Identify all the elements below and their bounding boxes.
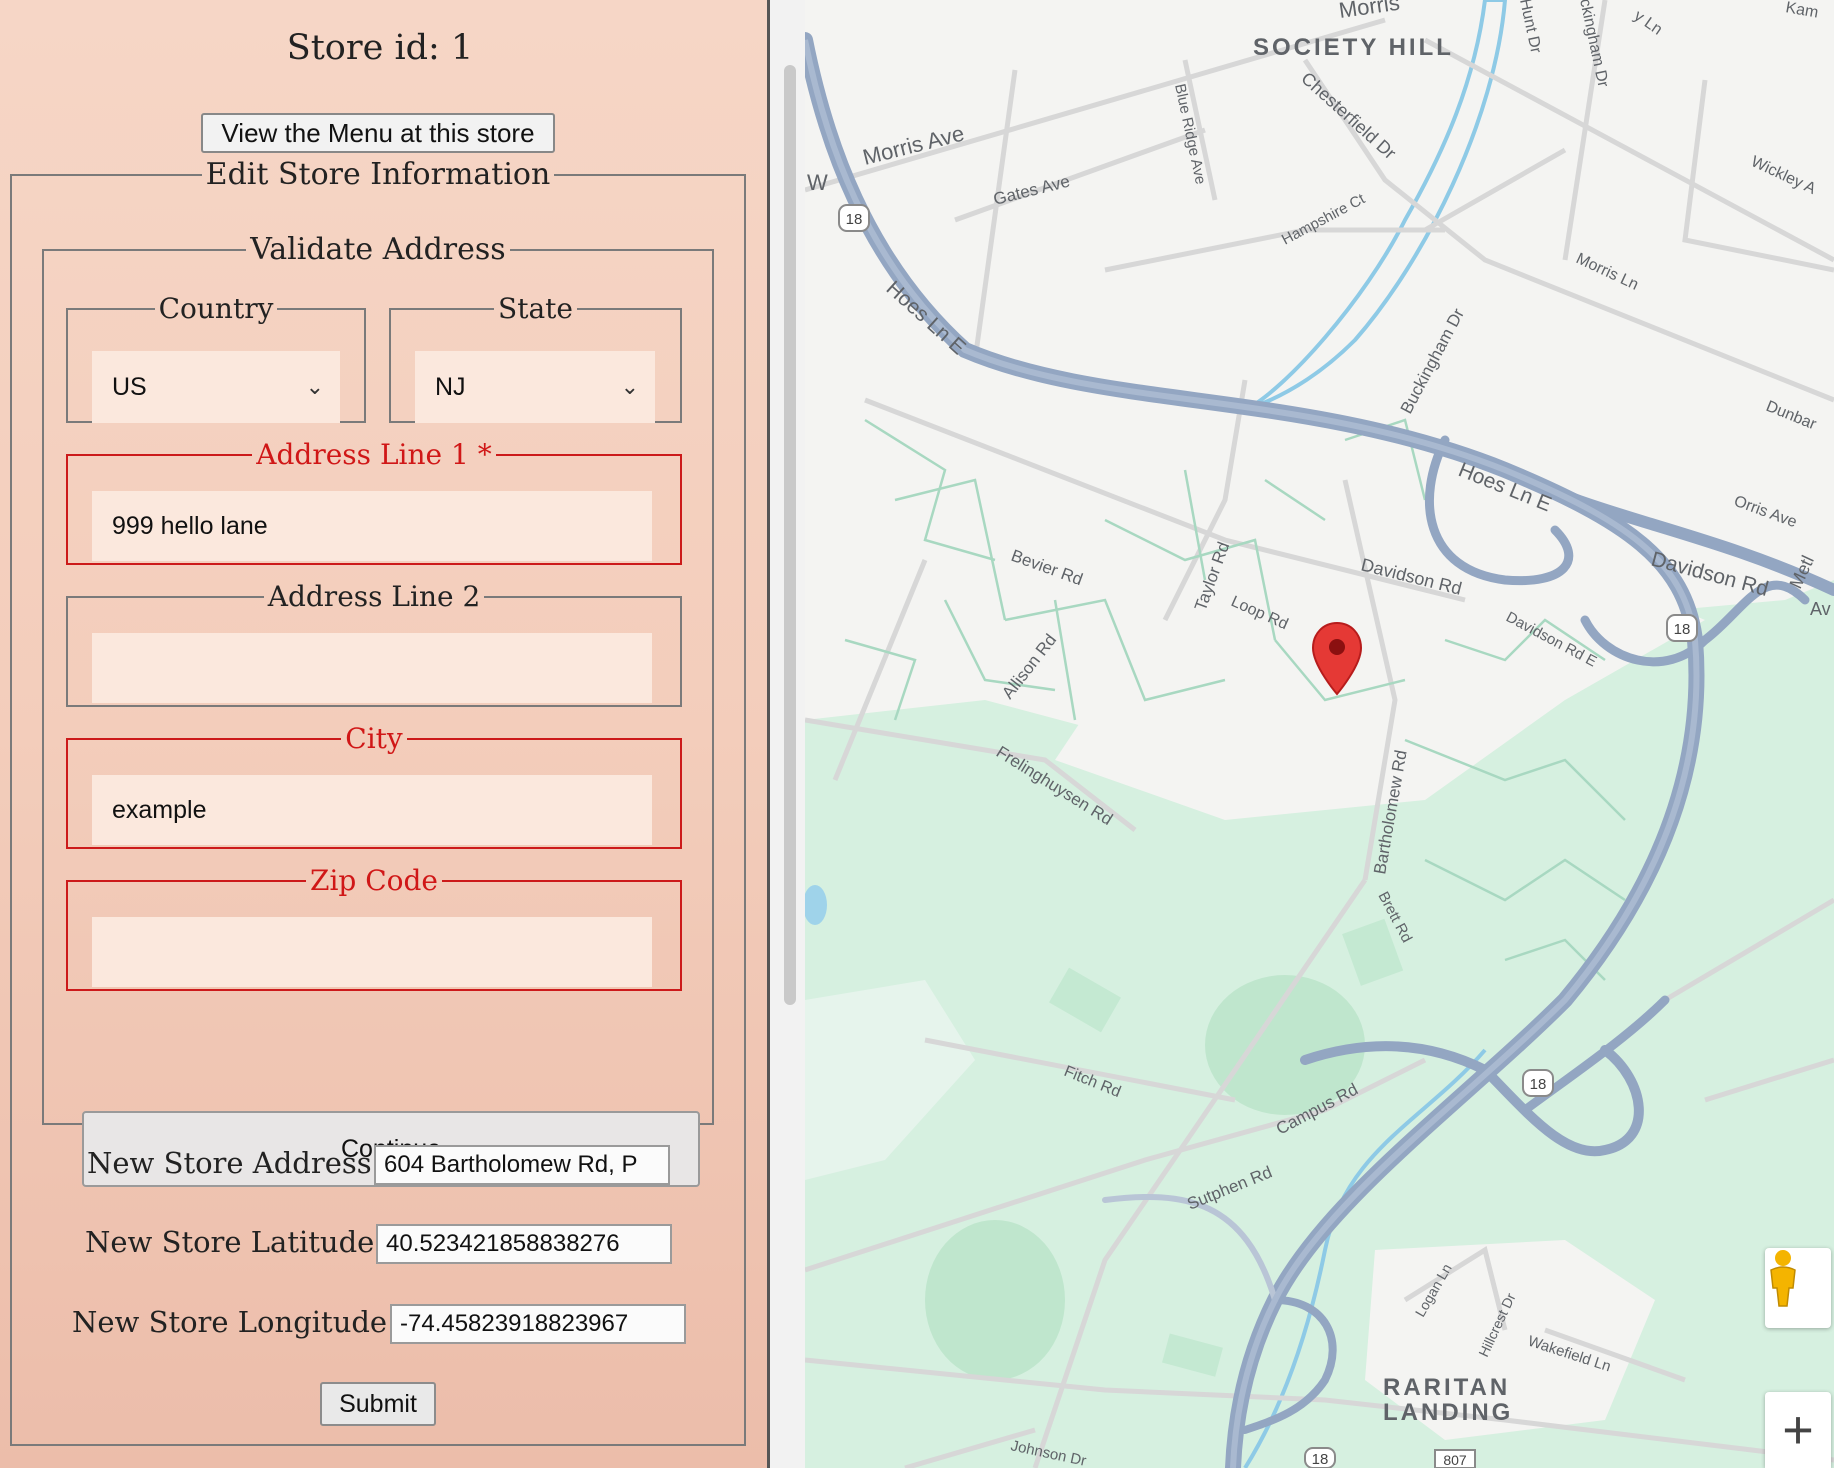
street-label: ckingham Dr [1576,0,1611,89]
submit-button[interactable]: Submit [320,1382,436,1426]
svg-text:18: 18 [1530,1076,1547,1093]
zip-legend: Zip Code [309,864,438,897]
area-label: LANDING [1383,1399,1513,1426]
zip-input[interactable] [92,917,652,987]
street-label: Morris [1337,0,1401,23]
chevron-down-icon: ⌄ [620,374,639,399]
street-view-pegman-icon[interactable] [1765,1248,1831,1328]
street-label: Allison Rd [998,630,1060,702]
address-line1-input[interactable]: 999 hello lane [92,491,652,561]
address-line2-legend: Address Line 2 [267,580,481,613]
route-shield-icon: 18 [1304,1447,1336,1468]
address-line2-fieldset: Address Line 2 [66,583,682,707]
street-label: Hunt Dr [1516,0,1544,55]
street-label: Buckingham Dr [1397,305,1468,417]
street-label: Hoes Ln E [882,277,970,360]
new-address-input[interactable]: 604 Bartholomew Rd, P [374,1145,670,1185]
address-line1-legend: Address Line 1 * [256,438,492,471]
country-legend: Country [158,292,274,325]
state-legend: State [498,292,573,325]
country-value: US [112,372,147,401]
new-longitude-input[interactable]: -74.45823918823967 [390,1304,686,1344]
track-area [925,1220,1065,1380]
address-line1-fieldset: Address Line 1 * 999 hello lane [66,441,682,565]
state-select[interactable]: NJ ⌄ [415,351,655,423]
zoom-in-icon[interactable]: + [1765,1392,1831,1468]
chevron-down-icon: ⌄ [305,374,324,399]
svg-text:807: 807 [1443,1452,1467,1468]
svg-text:18: 18 [1674,621,1691,638]
new-latitude-input[interactable]: 40.523421858838276 [376,1224,672,1264]
street-label: Morris Ln [1573,250,1641,294]
route-shield-icon: 18 [1666,614,1698,642]
state-fieldset: State NJ ⌄ [389,295,682,423]
city-value: example [112,795,207,824]
route-shield-icon: 807 [1434,1449,1476,1468]
validate-address-legend: Validate Address [250,232,506,267]
route-shield-icon: 18 [838,204,870,232]
street-label: Hampshire Ct [1279,190,1369,248]
view-menu-button[interactable]: View the Menu at this store [201,113,555,153]
street-label: Chesterfield Dr [1297,68,1400,163]
street-label: Dunbar [1764,398,1820,434]
scrollbar-thumb[interactable] [784,65,796,1005]
route-shield-icon: 18 [1522,1069,1554,1097]
address-line2-input[interactable] [92,633,652,703]
new-address-label: New Store Address: [87,1146,382,1180]
street-label: Gates Ave [991,172,1071,209]
street-label: Morris Ave [860,121,966,170]
street-label: Orris Ave [1732,493,1799,531]
svg-text:18: 18 [1312,1451,1329,1468]
edit-store-legend: Edit Store Information [205,157,551,192]
street-label: y Ln [1631,7,1666,38]
city-fieldset: City example [66,725,682,849]
new-latitude-label: New Store Latitude: [85,1225,385,1259]
new-longitude-label: New Store Longitude: [72,1305,397,1339]
state-value: NJ [435,372,466,401]
map-canvas: 18 18 18 18 807 SOCIETY HILL RARITAN LAN… [805,0,1834,1468]
street-label: W [807,170,828,195]
country-select[interactable]: US ⌄ [92,351,340,423]
country-fieldset: Country US ⌄ [66,295,366,423]
area-label: SOCIETY HILL [1253,34,1454,61]
street-label: Wickley A [1748,153,1818,198]
store-edit-panel: Store id: 1 View the Menu at this store … [0,0,770,1468]
validate-address-fieldset: Validate Address Country US ⌄ State NJ ⌄ [42,232,714,1187]
street-label: Av [1810,599,1831,619]
city-legend: City [345,722,403,755]
address-line1-value: 999 hello lane [112,511,268,540]
store-title: Store id: 1 [286,28,474,68]
street-label: Kam [1784,0,1819,22]
zip-fieldset: Zip Code [66,867,682,991]
city-input[interactable]: example [92,775,652,845]
svg-text:18: 18 [846,211,863,228]
map-view[interactable]: 18 18 18 18 807 SOCIETY HILL RARITAN LAN… [805,0,1834,1468]
area-label: RARITAN [1383,1374,1510,1401]
street-label: Bevier Rd [1009,546,1086,589]
